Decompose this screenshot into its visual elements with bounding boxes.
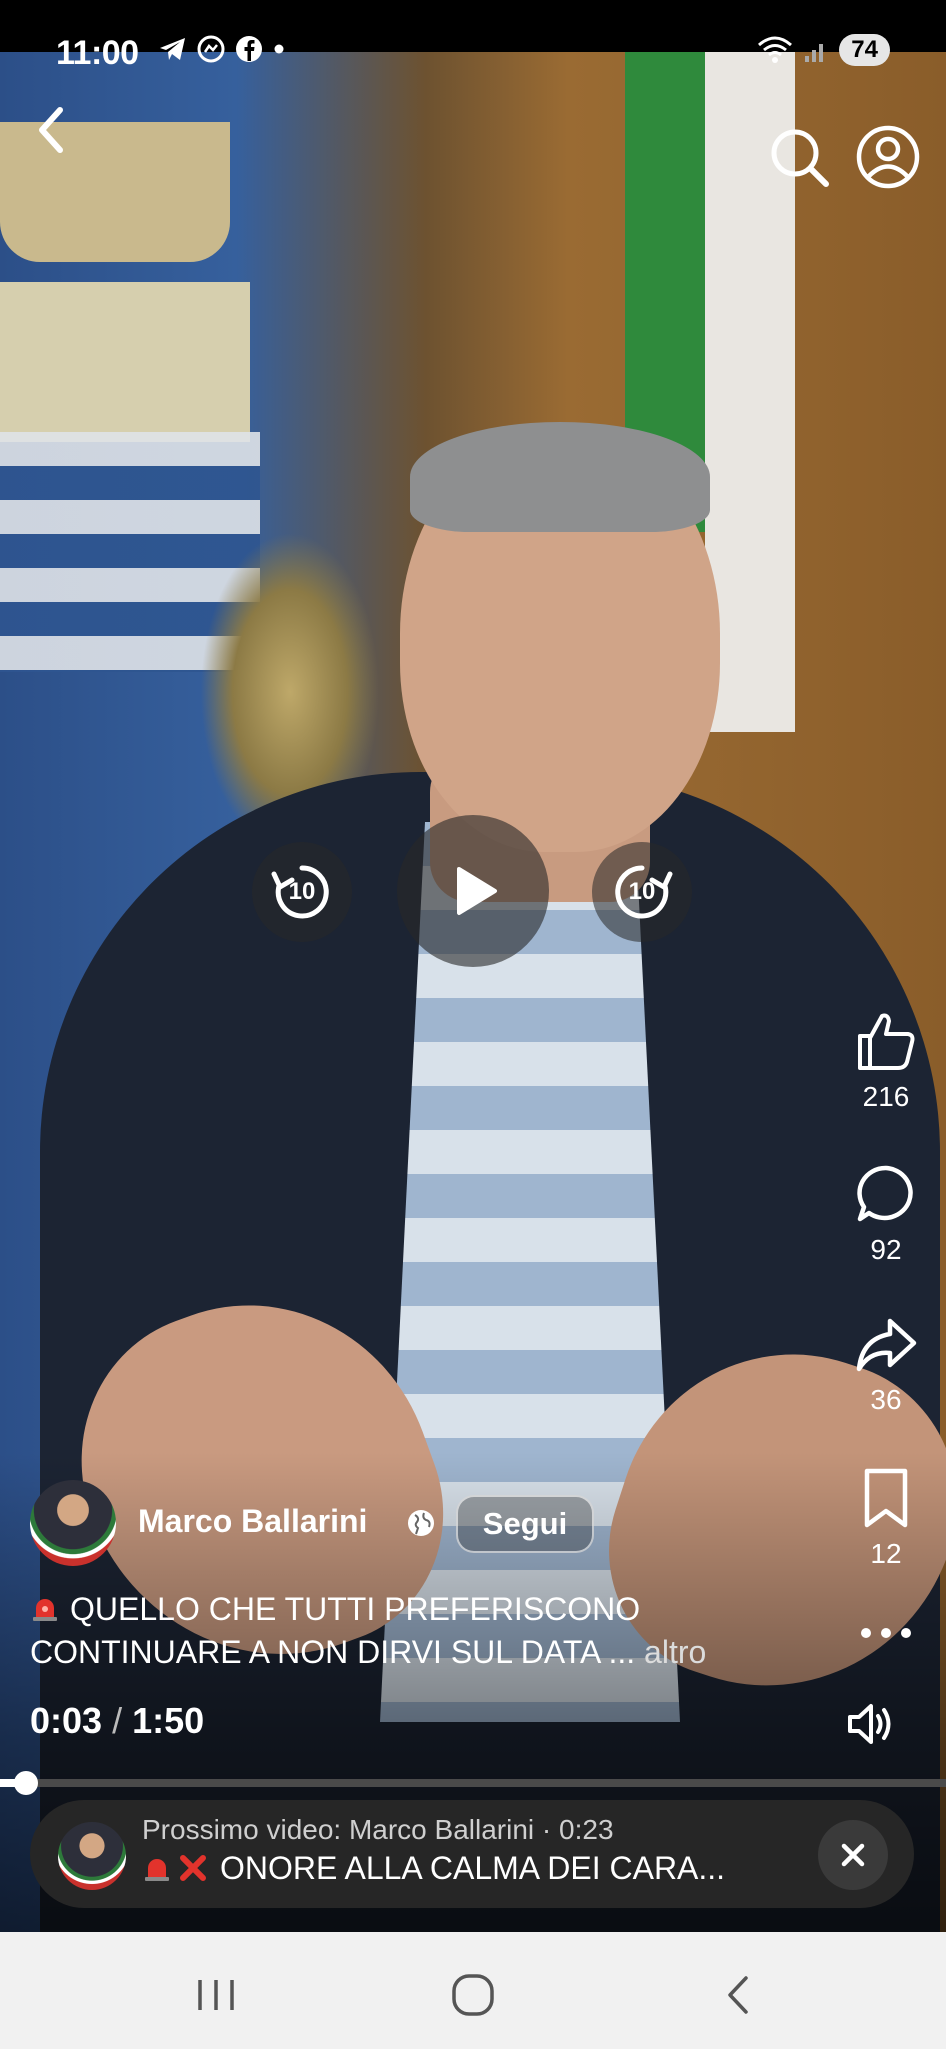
- volume-icon[interactable]: [846, 1702, 896, 1746]
- play-icon: [457, 867, 497, 915]
- current-time: 0:03: [30, 1700, 103, 1741]
- next-video-meta: Prossimo video: Marco Ballarini · 0:23: [142, 1814, 614, 1845]
- siren-emoji-icon: [33, 1599, 57, 1621]
- caption-text: QUELLO CHE TUTTI PREFERISCONO CONTINUARE…: [30, 1591, 641, 1670]
- status-time: 11:00: [56, 34, 139, 72]
- telegram-icon: [160, 38, 185, 60]
- next-video-bar[interactable]: Prossimo video: Marco Ballarini · 0:23 O…: [30, 1800, 914, 1908]
- cross-mark-emoji-icon: [180, 1855, 206, 1881]
- next-video-title-row: ONORE ALLA CALMA DEI CARA...: [142, 1850, 725, 1887]
- bookmark-icon: [864, 1468, 908, 1528]
- notification-icons: [158, 34, 286, 64]
- comment-count: 92: [870, 1234, 902, 1265]
- like-button[interactable]: 216: [836, 1010, 936, 1113]
- dot-icon: [274, 44, 284, 54]
- time-readout: 0:03 / 1:50: [30, 1700, 204, 1742]
- close-next-video-button[interactable]: [818, 1820, 888, 1890]
- rewind-label: 10: [288, 878, 316, 905]
- globe-icon: [408, 1510, 434, 1536]
- share-button[interactable]: 36: [836, 1315, 936, 1416]
- progress-thumb[interactable]: [14, 1771, 38, 1795]
- background-banner: [0, 282, 250, 442]
- close-icon: [841, 1843, 865, 1867]
- caption-more-link[interactable]: altro: [644, 1634, 706, 1670]
- battery-icon: 74: [839, 34, 890, 66]
- save-button[interactable]: 12: [836, 1467, 936, 1570]
- facebook-icon: [236, 36, 262, 62]
- signal-icon: [805, 44, 824, 62]
- more-options-icon[interactable]: [856, 1618, 916, 1648]
- duration: 1:50: [132, 1700, 205, 1741]
- like-count: 216: [862, 1081, 910, 1112]
- next-video-title: ONORE ALLA CALMA DEI CARA...: [220, 1850, 726, 1886]
- forward-label: 10: [628, 878, 656, 905]
- time-separator: /: [112, 1700, 123, 1741]
- thumbs-up-icon: [858, 1013, 915, 1070]
- rewind-10-button[interactable]: 10: [252, 842, 352, 942]
- speaker-hair: [410, 422, 710, 532]
- recent-apps-icon[interactable]: [186, 1970, 246, 2020]
- follow-button[interactable]: Segui: [456, 1495, 594, 1553]
- play-button[interactable]: [397, 815, 549, 967]
- siren-emoji-icon: [145, 1859, 169, 1881]
- system-nav-bar: [0, 1932, 946, 2049]
- comment-button[interactable]: 92: [836, 1163, 936, 1266]
- status-bar: 11:00 74: [0, 0, 946, 72]
- profile-icon[interactable]: [855, 124, 921, 190]
- back-arrow-icon[interactable]: [28, 100, 76, 160]
- comment-icon: [857, 1165, 913, 1222]
- video-caption[interactable]: QUELLO CHE TUTTI PREFERISCONO CONTINUARE…: [30, 1588, 850, 1674]
- back-nav-icon[interactable]: [710, 1970, 770, 2020]
- author-avatar[interactable]: [30, 1480, 116, 1566]
- search-icon[interactable]: [768, 126, 832, 190]
- share-icon: [856, 1318, 917, 1372]
- forward-10-button[interactable]: 10: [592, 842, 692, 942]
- author-name[interactable]: Marco Ballarini: [138, 1503, 367, 1540]
- save-count: 12: [870, 1538, 902, 1569]
- next-video-avatar: [58, 1822, 126, 1890]
- wifi-icon: [758, 36, 793, 63]
- system-icons: 74: [757, 34, 890, 66]
- progress-bar[interactable]: [0, 1771, 946, 1795]
- messenger-icon: [197, 35, 225, 63]
- home-icon[interactable]: [443, 1970, 503, 2020]
- next-video-emojis: [142, 1853, 208, 1883]
- share-count: 36: [870, 1384, 902, 1415]
